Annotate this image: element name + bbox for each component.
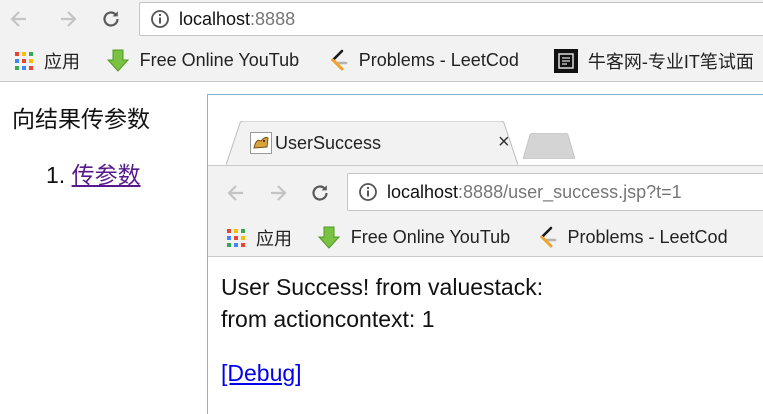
address-text: localhost:8888 — [179, 9, 295, 30]
info-icon — [151, 10, 169, 28]
tab-usersuccess[interactable]: UserSuccess × — [226, 121, 518, 165]
leetcode-icon — [329, 49, 349, 73]
info-icon — [359, 183, 377, 201]
popup-address-text: localhost:8888/user_success.jsp?t=1 — [387, 182, 682, 203]
reload-button[interactable] — [98, 6, 124, 32]
popup-address-bar[interactable]: localhost:8888/user_success.jsp?t=1 — [347, 173, 763, 211]
url-host: localhost — [387, 181, 459, 202]
bookmark-label: Free Online YouTub — [350, 227, 511, 247]
bookmark-label: Problems - LeetCod — [567, 227, 728, 247]
screen: localhost:8888 应用 Free Online YouTub Pro… — [0, 0, 763, 414]
bookmark-leetcode[interactable]: Problems - LeetCod — [538, 219, 763, 256]
back-arrow-icon — [227, 185, 243, 201]
pass-params-link[interactable]: 传参数 — [72, 162, 141, 188]
back-button[interactable] — [6, 6, 32, 32]
bookmark-youtube-downloader[interactable]: Free Online YouTub — [317, 219, 526, 256]
download-arrow-icon — [317, 226, 341, 250]
popup-page-content: User Success! from valuestack: from acti… — [221, 271, 543, 389]
bookmark-label: 应用 — [256, 228, 292, 249]
debug-link[interactable]: [Debug] — [221, 357, 302, 389]
bookmark-leetcode[interactable]: Problems - LeetCod — [329, 40, 542, 81]
forward-arrow-icon — [271, 185, 287, 201]
browser-toolbar: localhost:8888 — [0, 0, 763, 40]
bookmark-apps[interactable]: 应用 — [14, 40, 98, 81]
tab-strip: UserSuccess × — [208, 95, 763, 165]
bookmark-nowcoder[interactable]: 牛客网-专业IT笔试面 — [553, 40, 763, 81]
bookmark-label: Free Online YouTub — [139, 50, 300, 70]
popup-bookmarks-bar: 应用 Free Online YouTub Problems - LeetCod — [208, 219, 763, 257]
bookmark-apps[interactable]: 应用 — [226, 219, 309, 256]
leetcode-icon — [538, 226, 558, 250]
download-arrow-icon — [106, 49, 130, 73]
popup-window: UserSuccess × localhost:8888/user_succes… — [207, 94, 763, 414]
list-item: 1. 传参数 — [46, 156, 141, 190]
new-tab-button[interactable] — [523, 133, 575, 159]
reload-icon — [103, 11, 119, 27]
popup-toolbar: localhost:8888/user_success.jsp?t=1 — [208, 165, 763, 219]
page-heading: 向结果传参数 — [12, 106, 150, 132]
tomcat-favicon-icon — [250, 132, 272, 159]
url-port: :8888 — [250, 8, 296, 29]
address-bar[interactable]: localhost:8888 — [139, 2, 763, 36]
tab-title: UserSuccess — [275, 133, 382, 153]
valuestack-text: User Success! from valuestack: — [221, 274, 544, 300]
actioncontext-text: from actioncontext: 1 — [221, 306, 435, 332]
nowcoder-icon — [553, 48, 578, 73]
bookmarks-bar: 应用 Free Online YouTub Problems - LeetCod — [0, 40, 763, 82]
apps-grid-icon — [226, 228, 246, 248]
tab-close-icon[interactable]: × — [498, 131, 510, 154]
list-number: 1. — [46, 162, 66, 188]
popup-reload-button[interactable] — [307, 180, 333, 206]
bookmark-label: Problems - LeetCod — [358, 50, 519, 70]
forward-button[interactable] — [55, 6, 81, 32]
bookmark-label: 应用 — [44, 51, 80, 72]
back-arrow-icon — [10, 11, 26, 27]
bookmark-youtube-downloader[interactable]: Free Online YouTub — [106, 40, 317, 81]
popup-forward-button[interactable] — [265, 180, 291, 206]
reload-icon — [312, 185, 328, 201]
url-host: localhost — [179, 8, 251, 29]
forward-arrow-icon — [61, 11, 77, 27]
popup-back-button[interactable] — [223, 180, 249, 206]
url-path: :8888/user_success.jsp?t=1 — [458, 181, 682, 202]
bookmark-label: 牛客网-专业IT笔试面 — [587, 51, 754, 72]
apps-grid-icon — [14, 51, 34, 71]
